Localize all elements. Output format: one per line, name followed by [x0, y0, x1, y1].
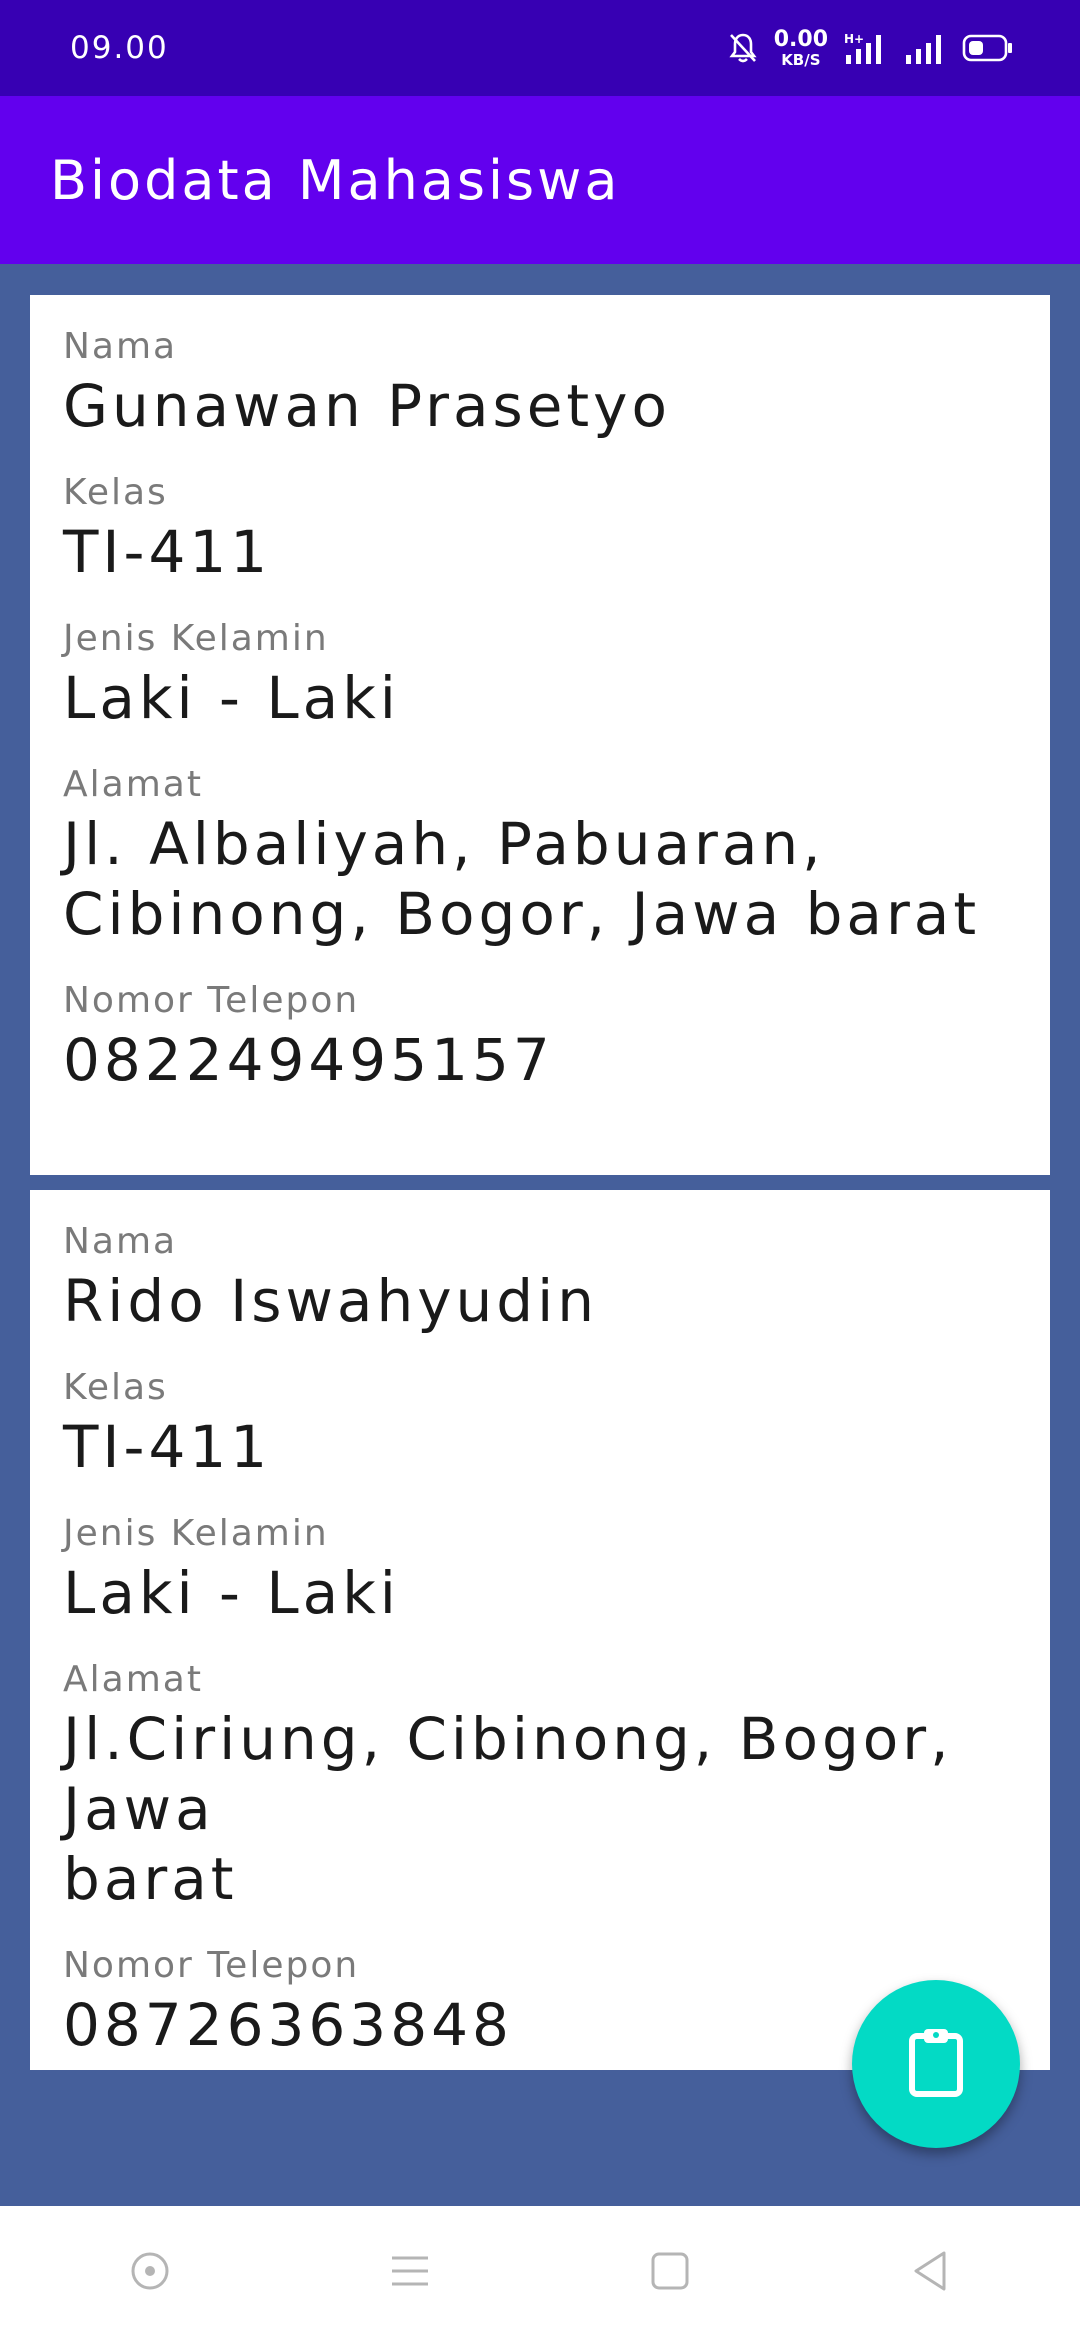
- menu-icon: [389, 2253, 431, 2293]
- address-value: Jl.Ciriung, Cibinong, Bogor, Jawa barat: [63, 1704, 1017, 1914]
- address-line-2: barat: [63, 1845, 238, 1913]
- home-button[interactable]: [610, 2213, 730, 2333]
- address-line-2: Cibinong, Bogor, Jawa barat: [63, 880, 981, 948]
- name-value: Gunawan Prasetyo: [63, 372, 671, 440]
- app-bar: Biodata Mahasiswa: [0, 96, 1080, 264]
- address-label: Alamat: [63, 764, 203, 805]
- status-bar: 09.00 0.00 KB/S H+: [0, 0, 1080, 96]
- student-card[interactable]: Nama Rido Iswahyudin Kelas TI-411 Jenis …: [30, 1190, 1050, 2070]
- class-label: Kelas: [63, 472, 168, 513]
- svg-text:H+: H+: [844, 32, 864, 46]
- address-line-1: Jl. Albaliyah, Pabuaran,: [63, 810, 825, 878]
- address-label: Alamat: [63, 1659, 203, 1700]
- phone-label: Nomor Telepon: [63, 980, 360, 1021]
- back-button[interactable]: [870, 2213, 990, 2333]
- menu-button[interactable]: [350, 2213, 470, 2333]
- status-icons: 0.00 KB/S H+: [728, 26, 1014, 69]
- net-speed: 0.00 KB/S: [773, 26, 828, 69]
- app-title: Biodata Mahasiswa: [50, 148, 621, 212]
- class-value: TI-411: [63, 518, 272, 586]
- phone-value: 082249495157: [63, 1026, 554, 1094]
- net-speed-value: 0.00: [773, 26, 828, 52]
- hplus-signal-icon: H+: [844, 31, 888, 65]
- class-value: TI-411: [63, 1413, 272, 1481]
- back-triangle-icon: [910, 2249, 950, 2297]
- screen: 09.00 0.00 KB/S H+ Biodata Mahasiswa Nam…: [0, 0, 1080, 2340]
- gender-value: Laki - Laki: [63, 1559, 400, 1627]
- assistant-button[interactable]: [90, 2213, 210, 2333]
- add-fab-button[interactable]: [852, 1980, 1020, 2148]
- name-label: Nama: [63, 326, 178, 367]
- navigation-bar: [0, 2206, 1080, 2340]
- clipboard-icon: [904, 2026, 968, 2102]
- phone-label: Nomor Telepon: [63, 1945, 360, 1986]
- net-speed-unit: KB/S: [781, 50, 821, 69]
- assistant-icon: [129, 2250, 171, 2296]
- gender-label: Jenis Kelamin: [63, 618, 329, 659]
- name-value: Rido Iswahyudin: [63, 1267, 598, 1335]
- battery-icon: [962, 33, 1014, 63]
- home-square-icon: [650, 2251, 690, 2295]
- gender-label: Jenis Kelamin: [63, 1513, 329, 1554]
- bell-muted-icon: [728, 32, 758, 64]
- status-time: 09.00: [70, 30, 169, 66]
- student-card[interactable]: Nama Gunawan Prasetyo Kelas TI-411 Jenis…: [30, 295, 1050, 1175]
- name-label: Nama: [63, 1221, 178, 1262]
- address-line-1: Jl.Ciriung, Cibinong, Bogor, Jawa: [63, 1705, 953, 1843]
- address-value: Jl. Albaliyah, Pabuaran, Cibinong, Bogor…: [63, 809, 1017, 949]
- gender-value: Laki - Laki: [63, 664, 400, 732]
- signal-icon: [904, 31, 946, 65]
- class-label: Kelas: [63, 1367, 168, 1408]
